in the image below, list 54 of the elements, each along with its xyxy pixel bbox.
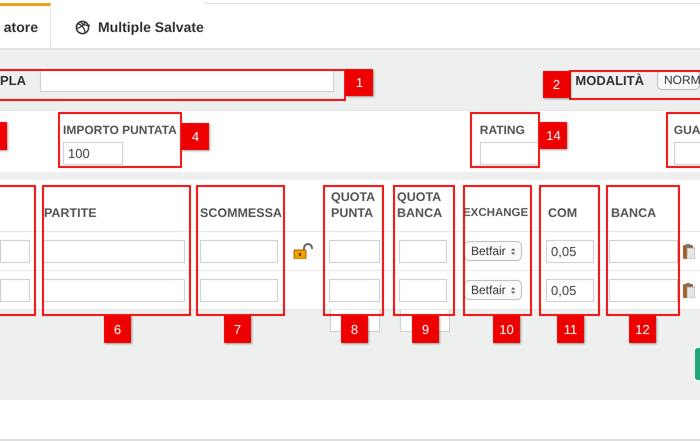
input-field[interactable]: 100 (63, 142, 123, 165)
field-label: MODALITÀ (575, 72, 644, 88)
field-label: GUA (674, 123, 700, 137)
input-field[interactable] (329, 240, 380, 262)
callout-badge: 7 (224, 316, 251, 343)
input-field[interactable] (609, 240, 678, 262)
input-field[interactable] (40, 68, 334, 92)
input-field[interactable] (480, 142, 540, 165)
column-header: SCOMMESSA (200, 205, 282, 221)
callout-badge: 14 (540, 122, 567, 149)
updown-arrows-icon (510, 284, 515, 296)
input-field[interactable] (200, 240, 278, 262)
callout-badge: 1 (346, 69, 373, 96)
highlight-frame (470, 112, 540, 168)
field-label: IMPORTO PUNTATA (63, 123, 177, 137)
input-field[interactable] (674, 142, 700, 165)
input-field[interactable] (399, 278, 447, 302)
callout-badge: 9 (412, 316, 439, 343)
column-header: PARTITE (44, 205, 97, 221)
input-field[interactable] (399, 240, 447, 262)
input-field[interactable] (43, 278, 185, 302)
callout-badge: 4 (182, 123, 209, 150)
input-field[interactable] (0, 278, 30, 302)
callout-badge: 11 (557, 316, 584, 343)
clipboard-icon[interactable] (683, 282, 695, 298)
input-field[interactable] (200, 278, 278, 302)
clipboard-icon[interactable] (683, 244, 695, 258)
callout-badge: 12 (629, 316, 656, 343)
updown-arrows-icon (510, 246, 515, 256)
ball-icon (75, 20, 90, 34)
input-field[interactable] (329, 278, 380, 302)
input-field[interactable]: 0,05 (546, 240, 594, 262)
column-header: QUOTA BANCA (397, 189, 444, 221)
mode-select[interactable]: NORM (657, 70, 700, 90)
input-field[interactable] (609, 278, 678, 302)
action-button[interactable] (695, 348, 700, 380)
input-field[interactable]: 0,05 (546, 278, 594, 302)
callout-badge: 10 (493, 316, 520, 343)
open-padlock-icon[interactable] (293, 243, 313, 259)
exchange-select[interactable]: Betfair (464, 241, 522, 261)
exchange-select[interactable]: Betfair (464, 280, 522, 300)
column-header: BANCA (611, 205, 656, 221)
field-label: RATING (480, 123, 526, 137)
input-field[interactable] (0, 240, 30, 262)
input-field[interactable] (43, 240, 185, 262)
column-header: COM (548, 205, 578, 221)
column-header: EXCHANGE (463, 206, 528, 221)
column-header: QUOTA PUNTA (331, 189, 376, 221)
callout-badge: 2 (543, 71, 570, 98)
highlight-frame (666, 112, 700, 168)
tab[interactable]: atore (0, 3, 51, 48)
callout-badge: 8 (341, 316, 368, 343)
field-label: PLA (0, 72, 26, 88)
callout-badge: 6 (104, 316, 131, 343)
